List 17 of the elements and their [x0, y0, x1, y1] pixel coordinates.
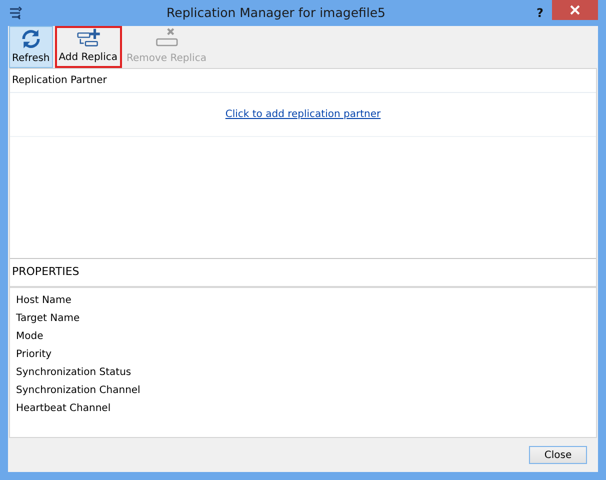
app-icon: [8, 5, 24, 21]
add-partner-link[interactable]: Click to add replication partner: [225, 107, 381, 122]
close-button[interactable]: [552, 0, 598, 20]
property-label: Synchronization Channel: [15, 384, 142, 398]
property-label: Mode: [15, 330, 44, 344]
close-dialog-button[interactable]: Close: [529, 446, 587, 464]
toolbar-button[interactable]: Add Replica: [54, 26, 122, 68]
property-label: Host Name: [15, 294, 72, 308]
section-heading: PROPERTIES: [10, 259, 596, 288]
close-icon: [570, 5, 580, 15]
property-label: Synchronization Status: [15, 366, 132, 380]
toolbar-button[interactable]: Refresh: [9, 26, 53, 68]
help-button[interactable]: ?: [528, 4, 552, 22]
property-label: Target Name: [15, 312, 81, 326]
property-label: Heartbeat Channel: [15, 402, 112, 416]
property-label: Priority: [15, 348, 53, 362]
window-title: Replication Manager for imagefile5: [166, 4, 386, 22]
